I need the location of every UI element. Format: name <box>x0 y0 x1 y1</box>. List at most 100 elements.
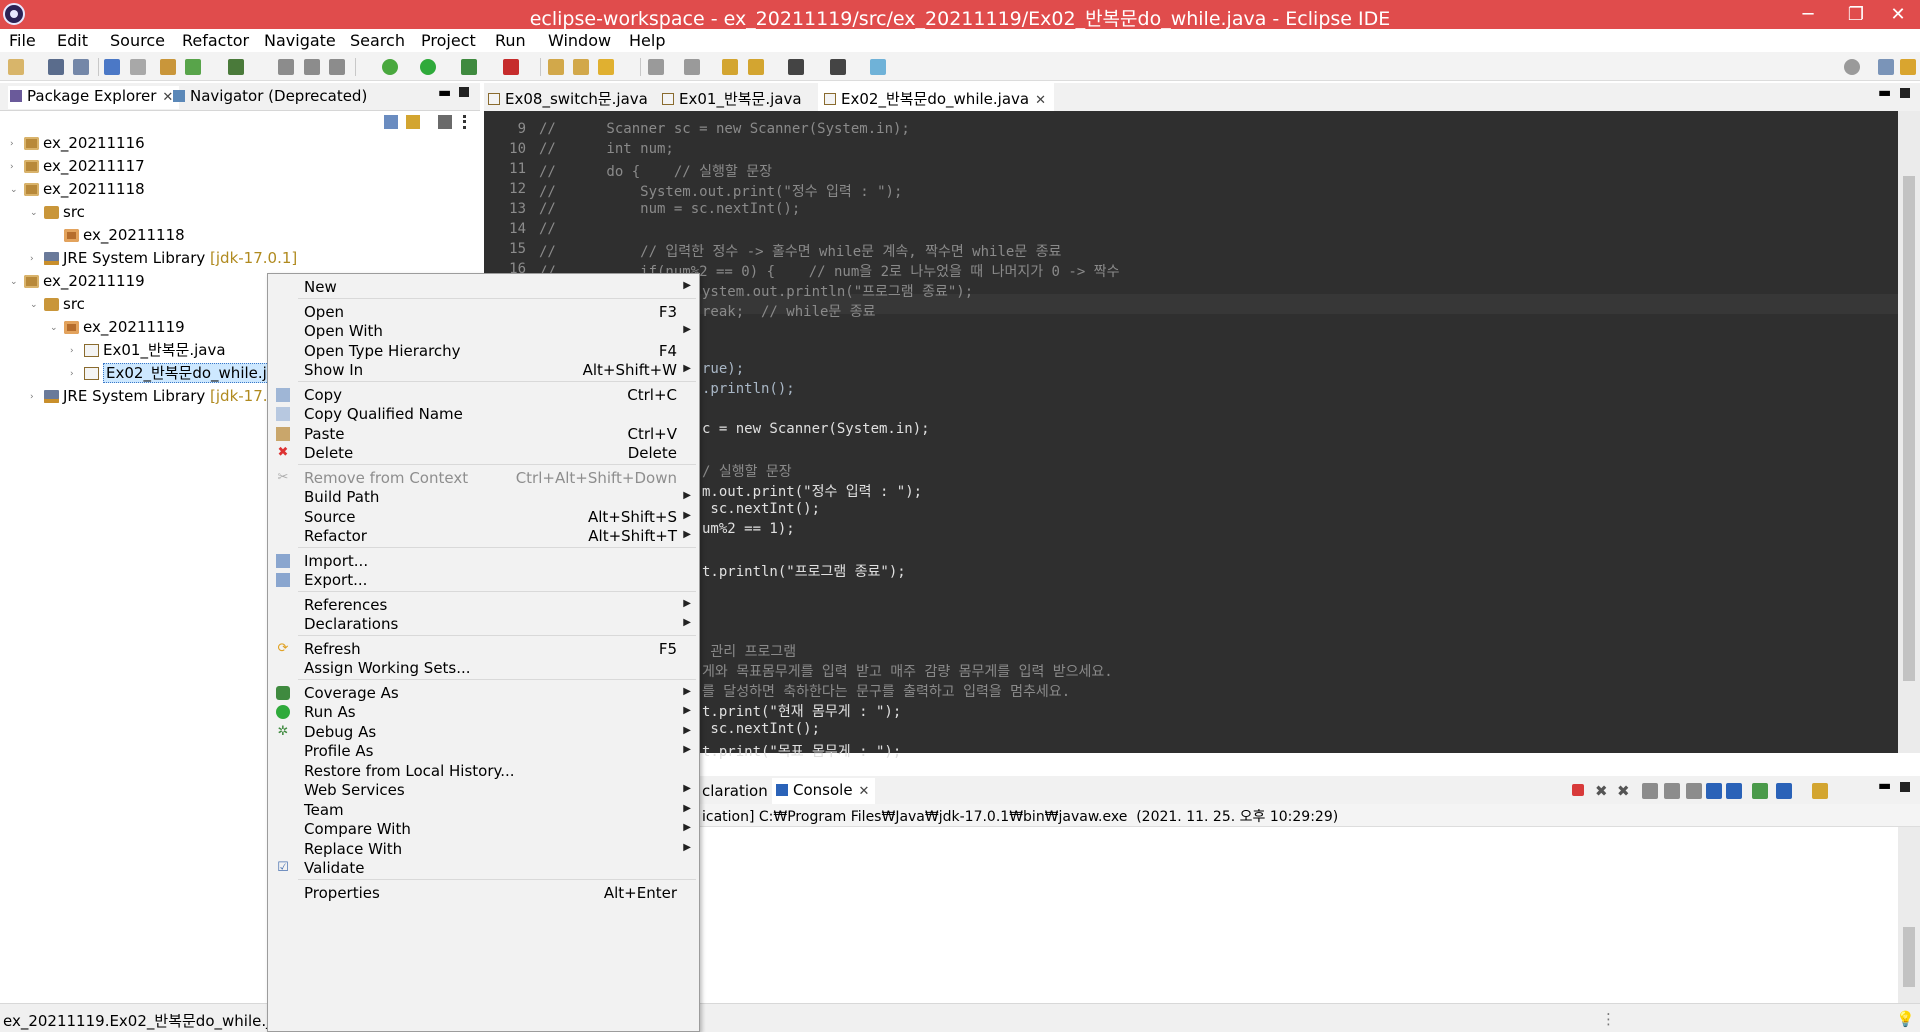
expand-icon[interactable]: › <box>10 139 14 149</box>
paragraph-icon[interactable] <box>329 59 345 75</box>
coverage-icon[interactable] <box>461 59 477 75</box>
menu-search[interactable]: Search <box>350 31 405 50</box>
tree-item-java-file-selected[interactable]: Ex02_반복문do_while.java <box>84 363 298 384</box>
menu-window[interactable]: Window <box>548 31 611 50</box>
debug-run-icon[interactable] <box>382 59 398 75</box>
terminal-icon[interactable] <box>104 59 120 75</box>
remove-all-icon[interactable]: ✖ <box>1617 782 1633 800</box>
menu-edit[interactable]: Edit <box>57 31 88 50</box>
close-icon[interactable]: ✕ <box>859 784 870 799</box>
expand-icon[interactable]: › <box>30 254 34 264</box>
tab-ex01[interactable]: Ex01_반복문.java <box>662 88 802 109</box>
search-icon[interactable] <box>1844 59 1860 75</box>
menu-project[interactable]: Project <box>421 31 476 50</box>
close-window-button[interactable]: ✕ <box>1878 2 1918 27</box>
close-icon[interactable]: ✕ <box>1035 93 1046 108</box>
menu-refactor[interactable]: Refactor <box>182 31 249 50</box>
new-java-project-icon[interactable] <box>160 59 176 75</box>
new-icon[interactable] <box>8 59 24 75</box>
collapse-icon[interactable]: ⌄ <box>30 208 38 218</box>
tab-package-explorer[interactable]: Package Explorer ✕ <box>8 86 180 109</box>
menu-item-show-in[interactable]: Show In Alt+Shift+W ▶ <box>268 359 699 381</box>
expand-icon[interactable]: › <box>70 346 74 356</box>
clear-console-icon[interactable] <box>1642 783 1658 799</box>
collapse-all-icon[interactable] <box>384 115 398 129</box>
run-icon[interactable] <box>420 59 436 75</box>
tree-item-project[interactable]: ex_20211116 <box>24 133 145 154</box>
tab-navigator[interactable]: Navigator (Deprecated) <box>173 87 367 105</box>
open-console-icon[interactable] <box>1812 783 1828 799</box>
collapse-icon[interactable]: ⌄ <box>30 300 38 310</box>
menu-run[interactable]: Run <box>495 31 526 50</box>
tree-item-project[interactable]: ex_20211118 <box>24 179 145 200</box>
tree-item-src[interactable]: src <box>44 294 85 315</box>
toggle-mark-icon[interactable] <box>278 59 294 75</box>
display-console-icon[interactable] <box>1776 783 1792 799</box>
maximize-view-icon[interactable] <box>1900 782 1910 792</box>
minimize-button[interactable]: ─ <box>1788 2 1828 27</box>
open-perspective-icon[interactable] <box>1878 59 1894 75</box>
tree-item-jre[interactable]: JRE System Library [jdk-17.0.1] <box>44 386 297 407</box>
forward-arrow-icon[interactable] <box>830 59 846 75</box>
tab-ex02-active[interactable]: Ex02_반복문do_while.java ✕ <box>818 83 1054 111</box>
tree-item-java-file[interactable]: Ex01_반복문.java <box>84 340 226 361</box>
back-icon[interactable] <box>748 59 764 75</box>
collapse-icon[interactable]: ⌄ <box>10 185 18 195</box>
tree-item-project[interactable]: ex_20211117 <box>24 156 145 177</box>
terminate-icon[interactable] <box>1572 784 1584 796</box>
external-tools-icon[interactable] <box>503 59 519 75</box>
expand-icon[interactable]: › <box>10 162 14 172</box>
maximize-button[interactable]: ❐ <box>1836 2 1876 27</box>
menu-item-refactor[interactable]: Refactor Alt+Shift+T ▶ <box>268 525 699 547</box>
minimize-view-icon[interactable]: ▬ <box>1878 85 1891 101</box>
tree-item-package[interactable]: ex_20211118 <box>64 225 185 246</box>
annotation-prev-icon[interactable] <box>684 59 700 75</box>
remove-launch-icon[interactable]: ✖ <box>1595 782 1611 800</box>
console-vertical-scrollbar[interactable] <box>1898 827 1920 1004</box>
maximize-view-icon[interactable] <box>459 87 469 97</box>
menu-item-declarations[interactable]: Declarations ▶ <box>268 613 699 635</box>
open-task-icon[interactable] <box>573 59 589 75</box>
java-perspective-icon[interactable] <box>1900 59 1916 75</box>
expand-icon[interactable]: › <box>70 369 74 379</box>
menu-help[interactable]: Help <box>629 31 665 50</box>
menu-item-assign-working-sets[interactable]: Assign Working Sets... <box>268 657 699 679</box>
search-tool-icon[interactable] <box>598 59 614 75</box>
maximize-view-icon[interactable] <box>1900 88 1910 98</box>
menu-item-export[interactable]: Export... <box>268 569 699 591</box>
tab-console[interactable]: Console ✕ <box>772 778 876 804</box>
tree-item-src[interactable]: src <box>44 202 85 223</box>
tab-declaration[interactable]: claration <box>702 782 768 800</box>
expand-icon[interactable]: › <box>30 392 34 402</box>
show-whitespace-icon[interactable] <box>304 59 320 75</box>
close-icon[interactable]: ✕ <box>162 90 173 105</box>
collapse-icon[interactable]: ⌄ <box>50 323 58 333</box>
editor-vertical-scrollbar[interactable] <box>1898 111 1920 753</box>
show-stdout-icon[interactable] <box>1706 783 1722 799</box>
scroll-lock-icon[interactable] <box>1664 783 1680 799</box>
pin-console-icon[interactable] <box>1752 783 1768 799</box>
scrollbar-thumb[interactable] <box>1903 176 1915 681</box>
menu-item-validate[interactable]: ☑ Validate <box>268 857 699 879</box>
minimize-view-icon[interactable]: ▬ <box>438 85 451 101</box>
menu-file[interactable]: File <box>9 31 36 50</box>
new-class-icon[interactable] <box>228 59 244 75</box>
annotation-next-icon[interactable] <box>648 59 664 75</box>
show-stderr-icon[interactable] <box>1726 783 1742 799</box>
save-icon[interactable] <box>48 59 64 75</box>
menu-item-new[interactable]: New ▶ <box>268 276 699 298</box>
tip-lightbulb-icon[interactable]: 💡 <box>1896 1010 1915 1028</box>
filter-icon[interactable] <box>438 115 452 129</box>
view-menu-icon[interactable] <box>463 115 467 129</box>
menu-navigate[interactable]: Navigate <box>264 31 336 50</box>
menu-item-delete[interactable]: ✖ Delete Delete <box>268 442 699 464</box>
word-wrap-icon[interactable] <box>1686 783 1702 799</box>
link-editor-icon[interactable] <box>406 115 420 129</box>
back-arrow-icon[interactable] <box>788 59 804 75</box>
tree-item-jre[interactable]: JRE System Library [jdk-17.0.1] <box>44 248 297 269</box>
new-package-icon[interactable] <box>185 59 201 75</box>
open-type-icon[interactable] <box>548 59 564 75</box>
skip-breakpoints-icon[interactable] <box>130 59 146 75</box>
scrollbar-thumb[interactable] <box>1903 927 1915 987</box>
save-all-icon[interactable] <box>73 59 89 75</box>
